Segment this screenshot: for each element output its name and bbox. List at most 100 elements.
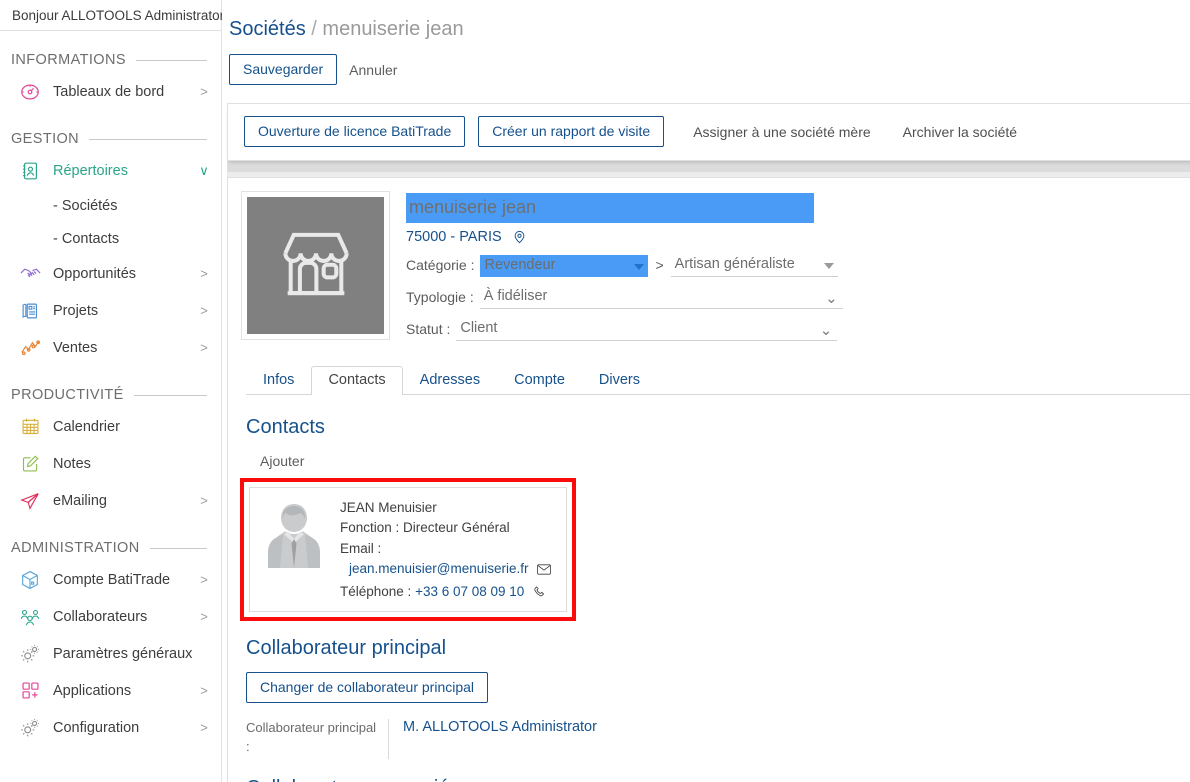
category-row: Catégorie : Revendeur > Artisan générali… <box>406 254 1190 277</box>
sidebar-item-parametres-generaux[interactable]: Paramètres généraux <box>0 635 221 672</box>
phone-icon[interactable] <box>533 584 546 605</box>
typology-label: Typologie : <box>406 288 474 305</box>
sidebar-item-collaborateurs[interactable]: Collaborateurs > <box>0 598 221 635</box>
status-select[interactable]: Client ⌄ <box>456 318 838 341</box>
apps-grid-icon <box>18 679 42 703</box>
sidebar-item-ventes[interactable]: Ventes > <box>0 329 221 366</box>
caret-down-icon <box>823 262 834 269</box>
toolbar-shadow-band <box>227 161 1190 173</box>
sidebar-item-contacts[interactable]: - Contacts <box>0 222 221 255</box>
storefront-icon <box>270 218 362 313</box>
sidebar-item-societes[interactable]: - Sociétés <box>0 189 221 222</box>
create-visit-report-button[interactable]: Créer un rapport de visite <box>478 116 665 148</box>
typology-value: À fidéliser <box>483 287 548 304</box>
typology-row: Typologie : À fidéliser ⌄ <box>406 286 1190 309</box>
chevron-right-icon: > <box>200 340 208 355</box>
save-button[interactable]: Sauvegarder <box>229 54 338 86</box>
tab-infos[interactable]: Infos <box>246 366 311 395</box>
sidebar-section-label: PRODUCTIVITÉ <box>11 387 124 403</box>
add-contact-link[interactable]: Ajouter <box>260 453 304 469</box>
section-divider <box>133 394 207 396</box>
section-divider <box>149 547 207 549</box>
sidebar-item-label: Calendrier <box>53 418 120 435</box>
sidebar-item-emailing[interactable]: eMailing > <box>0 482 221 519</box>
category-select[interactable]: Revendeur <box>480 254 649 277</box>
main-content: Sociétés / menuiserie jean Sauvegarder A… <box>222 0 1190 782</box>
contacts-section-title: Contacts <box>246 415 325 438</box>
sidebar-section-informations: INFORMATIONS <box>0 49 221 71</box>
sidebar-item-opportunites[interactable]: Opportunités > <box>0 255 221 292</box>
sidebar-item-tableaux-de-bord[interactable]: Tableaux de bord > <box>0 73 221 110</box>
sidebar-section-administration: ADMINISTRATION <box>0 537 221 559</box>
page-title: menuiserie jean <box>322 18 464 40</box>
users-icon <box>18 605 42 629</box>
chevron-down-icon: ∨ <box>199 163 209 178</box>
sidebar-item-label: Opportunités <box>53 265 137 282</box>
cancel-button[interactable]: Annuler <box>337 56 409 84</box>
sidebar-item-applications[interactable]: Applications > <box>0 672 221 709</box>
contact-role-line: Fonction : Directeur Général <box>340 518 551 539</box>
contact-card[interactable]: JEAN Menuisier Fonction : Directeur Géné… <box>249 486 567 613</box>
sidebar-section-productivite: PRODUCTIVITÉ <box>0 384 221 406</box>
sidebar-section-label: INFORMATIONS <box>11 52 126 68</box>
chevron-right-icon: > <box>200 266 208 281</box>
contact-email-value[interactable]: jean.menuisier@menuiserie.fr <box>349 561 529 576</box>
contact-email-label: Email : <box>340 540 382 556</box>
change-main-collaborator-button[interactable]: Changer de collaborateur principal <box>246 672 489 704</box>
status-row: Statut : Client ⌄ <box>406 318 1190 341</box>
contact-details: JEAN Menuisier Fonction : Directeur Géné… <box>340 496 552 605</box>
handshake-icon <box>18 262 42 286</box>
company-location: 75000 - PARIS <box>406 229 1190 245</box>
sidebar-item-configuration[interactable]: Configuration > <box>0 709 221 746</box>
open-batitrade-licence-button[interactable]: Ouverture de licence BatiTrade <box>244 116 466 148</box>
sidebar-item-notes[interactable]: Notes <box>0 445 221 482</box>
address-book-icon <box>18 159 42 183</box>
breadcrumb-separator: / <box>311 18 317 40</box>
archive-company-button[interactable]: Archiver la société <box>887 118 1033 146</box>
subcategory-select[interactable]: Artisan généraliste <box>670 254 838 277</box>
app-root: Bonjour ALLOTOOLS Administrator INFORMAT… <box>0 0 1190 782</box>
chevron-down-icon: ⌄ <box>819 321 833 339</box>
greeting-text: Bonjour ALLOTOOLS Administrator <box>0 0 224 31</box>
trend-chart-icon <box>18 336 42 360</box>
sidebar-item-repertoires[interactable]: Répertoires ∨ <box>0 152 221 189</box>
sidebar-item-projets[interactable]: Projets > <box>0 292 221 329</box>
detail-tabs: Infos Contacts Adresses Compte Divers <box>246 365 1190 395</box>
main-collaborator-label: Collaborateur principal : <box>246 720 377 755</box>
gauge-icon <box>18 80 42 104</box>
note-pencil-icon <box>18 452 42 476</box>
tab-adresses[interactable]: Adresses <box>403 366 497 395</box>
sidebar-item-calendrier[interactable]: Calendrier <box>0 408 221 445</box>
person-avatar-icon <box>258 495 330 586</box>
contact-role-label: Fonction : <box>340 520 400 536</box>
contact-name: JEAN Menuisier <box>340 499 437 515</box>
cube-icon <box>18 568 42 592</box>
contact-phone-value[interactable]: +33 6 07 08 09 10 <box>415 584 524 599</box>
contact-role-value: Directeur Général <box>403 520 510 536</box>
company-name-input[interactable]: menuiserie jean <box>406 193 814 223</box>
contact-phone-line: Téléphone : +33 6 07 08 09 10 <box>340 582 551 605</box>
sidebar-item-label: Compte BatiTrade <box>53 571 171 588</box>
contact-highlight-box: JEAN Menuisier Fonction : Directeur Géné… <box>240 477 576 622</box>
contact-email-line: jean.menuisier@menuiserie.fr <box>340 559 552 582</box>
chevron-right-icon: > <box>200 720 208 735</box>
location-text: 75000 - PARIS <box>406 228 502 245</box>
company-thumbnail[interactable] <box>241 191 390 341</box>
typology-select[interactable]: À fidéliser ⌄ <box>479 286 843 309</box>
assign-parent-company-button[interactable]: Assigner à une société mère <box>677 118 886 146</box>
map-pin-icon[interactable] <box>512 229 527 245</box>
company-identity: menuiserie jean 75000 - PARIS Catégorie … <box>228 191 1190 341</box>
record-toolbar: Ouverture de licence BatiTrade Créer un … <box>227 103 1190 162</box>
sidebar-item-compte-batitrade[interactable]: Compte BatiTrade > <box>0 561 221 598</box>
tab-divers[interactable]: Divers <box>582 366 657 395</box>
main-collaborator-value: M. ALLOTOOLS Administrator <box>388 719 597 760</box>
subcategory-value: Artisan généraliste <box>674 255 795 272</box>
tab-contacts[interactable]: Contacts <box>311 365 403 395</box>
sidebar-scroll-area: INFORMATIONS Tableaux de bord > GESTION <box>0 31 221 782</box>
breadcrumb-link-societes[interactable]: Sociétés <box>229 18 306 40</box>
main-collaborator-title: Collaborateur principal <box>246 637 447 660</box>
chevron-down-icon: ⌄ <box>825 289 838 307</box>
envelope-icon[interactable] <box>537 561 552 582</box>
sidebar: Bonjour ALLOTOOLS Administrator INFORMAT… <box>0 0 233 782</box>
tab-compte[interactable]: Compte <box>497 366 582 395</box>
